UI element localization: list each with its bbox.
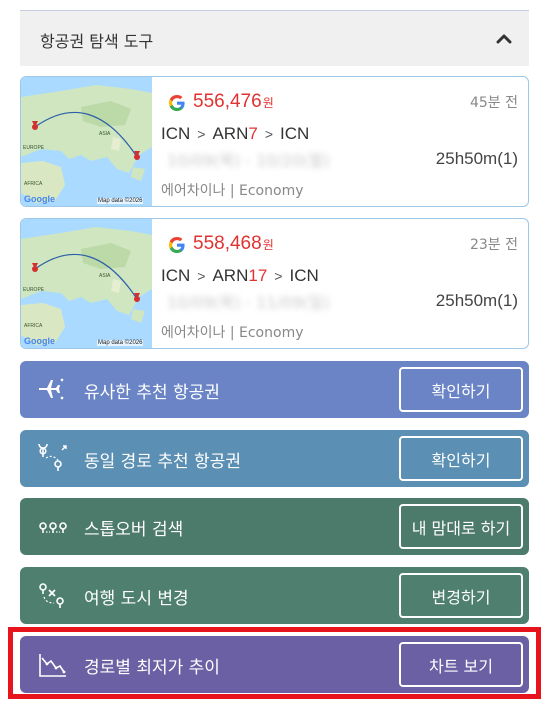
map-label-europe: EUROPE <box>23 145 45 151</box>
flight-card-2[interactable]: EUROPE ASIA AFRICA Google Map data ©2026… <box>20 218 529 349</box>
duration: 25h50m(1) <box>435 149 518 168</box>
map-label-asia: ASIA <box>99 131 111 137</box>
action-label: 여행 도시 변경 <box>84 589 189 609</box>
route-map-image <box>21 77 152 206</box>
price: 556,476원 <box>193 91 274 112</box>
action-label: 스톱오버 검색 <box>84 520 184 540</box>
map-credit: Map data ©2026 <box>97 340 144 346</box>
route: ICN > ARN7 > ICN <box>161 124 310 143</box>
stopover-button[interactable]: 내 맘대로 하기 <box>399 504 523 549</box>
price: 558,468원 <box>193 233 274 254</box>
route: ICN > ARN17 > ICN <box>161 266 319 285</box>
airline-cabin: 에어차이나 | Economy <box>161 183 304 199</box>
change-city-row: 여행 도시 변경 변경하기 <box>20 567 529 624</box>
map-credit: Map data ©2026 <box>97 198 144 204</box>
chevron-up-icon[interactable] <box>493 28 515 50</box>
map-google-logo: Google <box>24 336 55 346</box>
updated-ago: 45분 전 <box>469 95 518 111</box>
flight-card-1[interactable]: EUROPE ASIA AFRICA Google Map data ©2026… <box>20 76 529 207</box>
route-map-image <box>21 219 152 348</box>
similar-flights-button[interactable]: 확인하기 <box>399 367 523 412</box>
google-g-icon <box>169 237 185 253</box>
route-pins-icon <box>38 444 67 471</box>
highlight-box <box>8 627 541 699</box>
stopover-path-icon <box>39 522 67 533</box>
panel-header[interactable]: 항공권 탐색 도구 <box>20 10 529 66</box>
panel-title: 항공권 탐색 도구 <box>40 32 154 51</box>
airline-cabin: 에어차이나 | Economy <box>161 325 304 341</box>
duration: 25h50m(1) <box>435 291 518 310</box>
travel-dates-blurred: 10/09(목) - 10/20(월) <box>167 151 330 170</box>
same-route-button[interactable]: 확인하기 <box>399 436 523 481</box>
travel-dates-blurred: 10/09(목) - 11/09(일) <box>167 293 330 312</box>
action-label: 유사한 추천 항공권 <box>84 383 220 403</box>
map-label-africa: AFRICA <box>24 323 43 329</box>
map-label-africa: AFRICA <box>24 181 43 187</box>
change-city-button[interactable]: 변경하기 <box>399 573 523 618</box>
plane-transfer-icon <box>39 378 64 400</box>
updated-ago: 23분 전 <box>469 237 518 253</box>
google-g-icon <box>169 95 185 111</box>
same-route-row: 동일 경로 추천 항공권 확인하기 <box>20 430 529 487</box>
map-label-europe: EUROPE <box>23 287 45 293</box>
action-label: 동일 경로 추천 항공권 <box>84 452 241 472</box>
map-label-asia: ASIA <box>99 273 111 279</box>
change-city-icon <box>39 583 64 608</box>
similar-flights-row: 유사한 추천 항공권 확인하기 <box>20 361 529 418</box>
stopover-row: 스톱오버 검색 내 맘대로 하기 <box>20 498 529 555</box>
map-google-logo: Google <box>24 194 55 204</box>
